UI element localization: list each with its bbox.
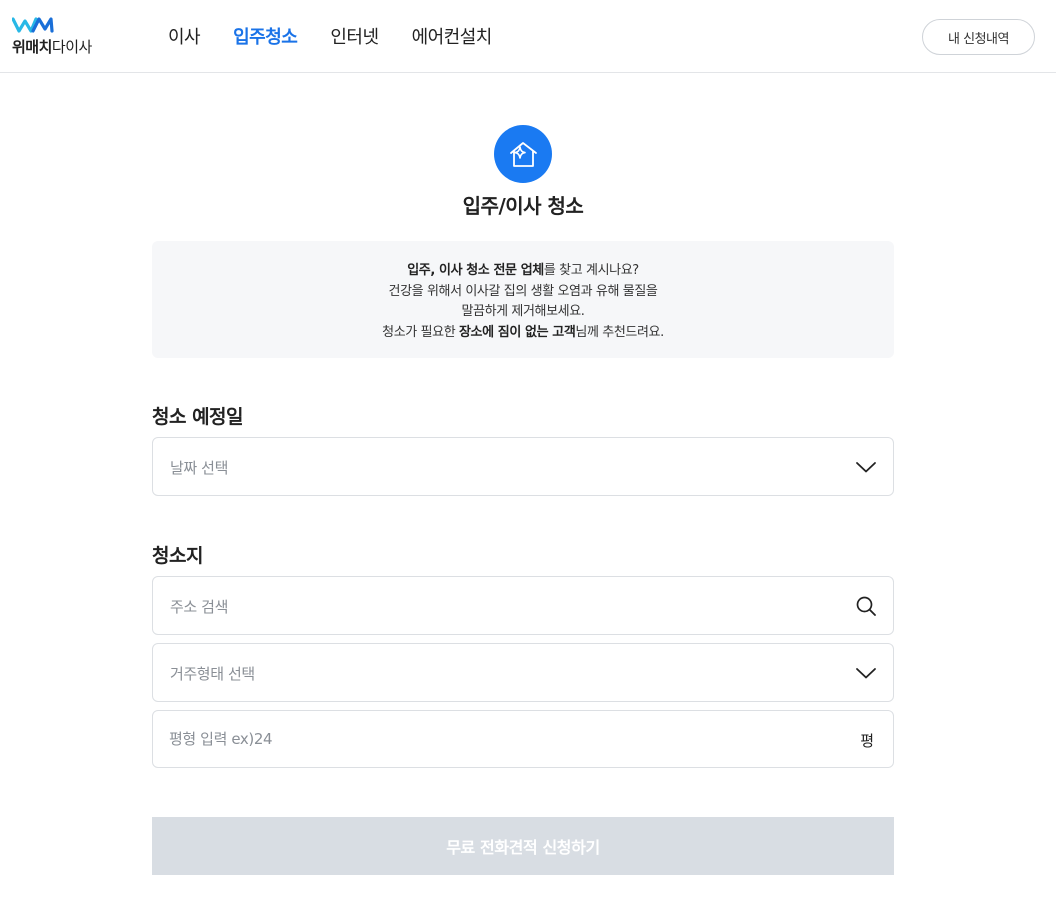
submit-quote-button[interactable]: 무료 전화견적 신청하기 bbox=[152, 817, 894, 875]
chevron-down-icon bbox=[856, 668, 876, 679]
nav-item-internet[interactable]: 인터넷 bbox=[330, 26, 379, 50]
address-search-field[interactable]: 주소 검색 bbox=[152, 576, 894, 635]
logo[interactable]: 위매치다이사 bbox=[12, 17, 102, 57]
residence-type-placeholder: 거주형태 선택 bbox=[170, 665, 255, 683]
my-requests-button[interactable]: 내 신청내역 bbox=[922, 19, 1035, 55]
chevron-down-icon bbox=[856, 462, 876, 473]
schedule-label: 청소 예정일 bbox=[152, 406, 244, 428]
logo-mark-icon bbox=[12, 17, 54, 33]
location-label: 청소지 bbox=[152, 545, 203, 567]
nav-item-move-in-cleaning[interactable]: 입주청소 bbox=[233, 26, 298, 50]
address-search-placeholder: 주소 검색 bbox=[170, 598, 228, 616]
size-input[interactable] bbox=[169, 723, 829, 755]
sparkle-house-icon bbox=[494, 125, 552, 183]
date-select-placeholder: 날짜 선택 bbox=[170, 459, 228, 477]
size-input-field[interactable]: 평 bbox=[152, 710, 894, 768]
info-box: 입주, 이사 청소 전문 업체를 찾고 계시나요? 건강을 위해서 이사갈 집의… bbox=[152, 241, 894, 358]
search-icon[interactable] bbox=[855, 596, 877, 616]
date-select[interactable]: 날짜 선택 bbox=[152, 437, 894, 496]
info-line-4: 청소가 필요한 장소에 짐이 없는 고객님께 추천드려요. bbox=[382, 324, 664, 340]
nav-item-aircon-install[interactable]: 에어컨설치 bbox=[412, 26, 493, 50]
size-unit-label: 평 bbox=[860, 732, 874, 750]
main-nav: 이사 입주청소 인터넷 에어컨설치 bbox=[168, 26, 492, 50]
nav-item-moving[interactable]: 이사 bbox=[168, 26, 201, 50]
info-line-3: 말끔하게 제거해보세요. bbox=[461, 304, 585, 319]
info-line-1: 입주, 이사 청소 전문 업체를 찾고 계시나요? bbox=[407, 263, 639, 278]
info-line-2: 건강을 위해서 이사갈 집의 생활 오염과 유해 물질을 bbox=[388, 283, 658, 299]
top-header: 위매치다이사 이사 입주청소 인터넷 에어컨설치 내 신청내역 bbox=[0, 0, 1056, 73]
logo-text: 위매치다이사 bbox=[12, 38, 92, 56]
service-title: 입주/이사 청소 bbox=[462, 194, 584, 218]
residence-type-select[interactable]: 거주형태 선택 bbox=[152, 643, 894, 702]
